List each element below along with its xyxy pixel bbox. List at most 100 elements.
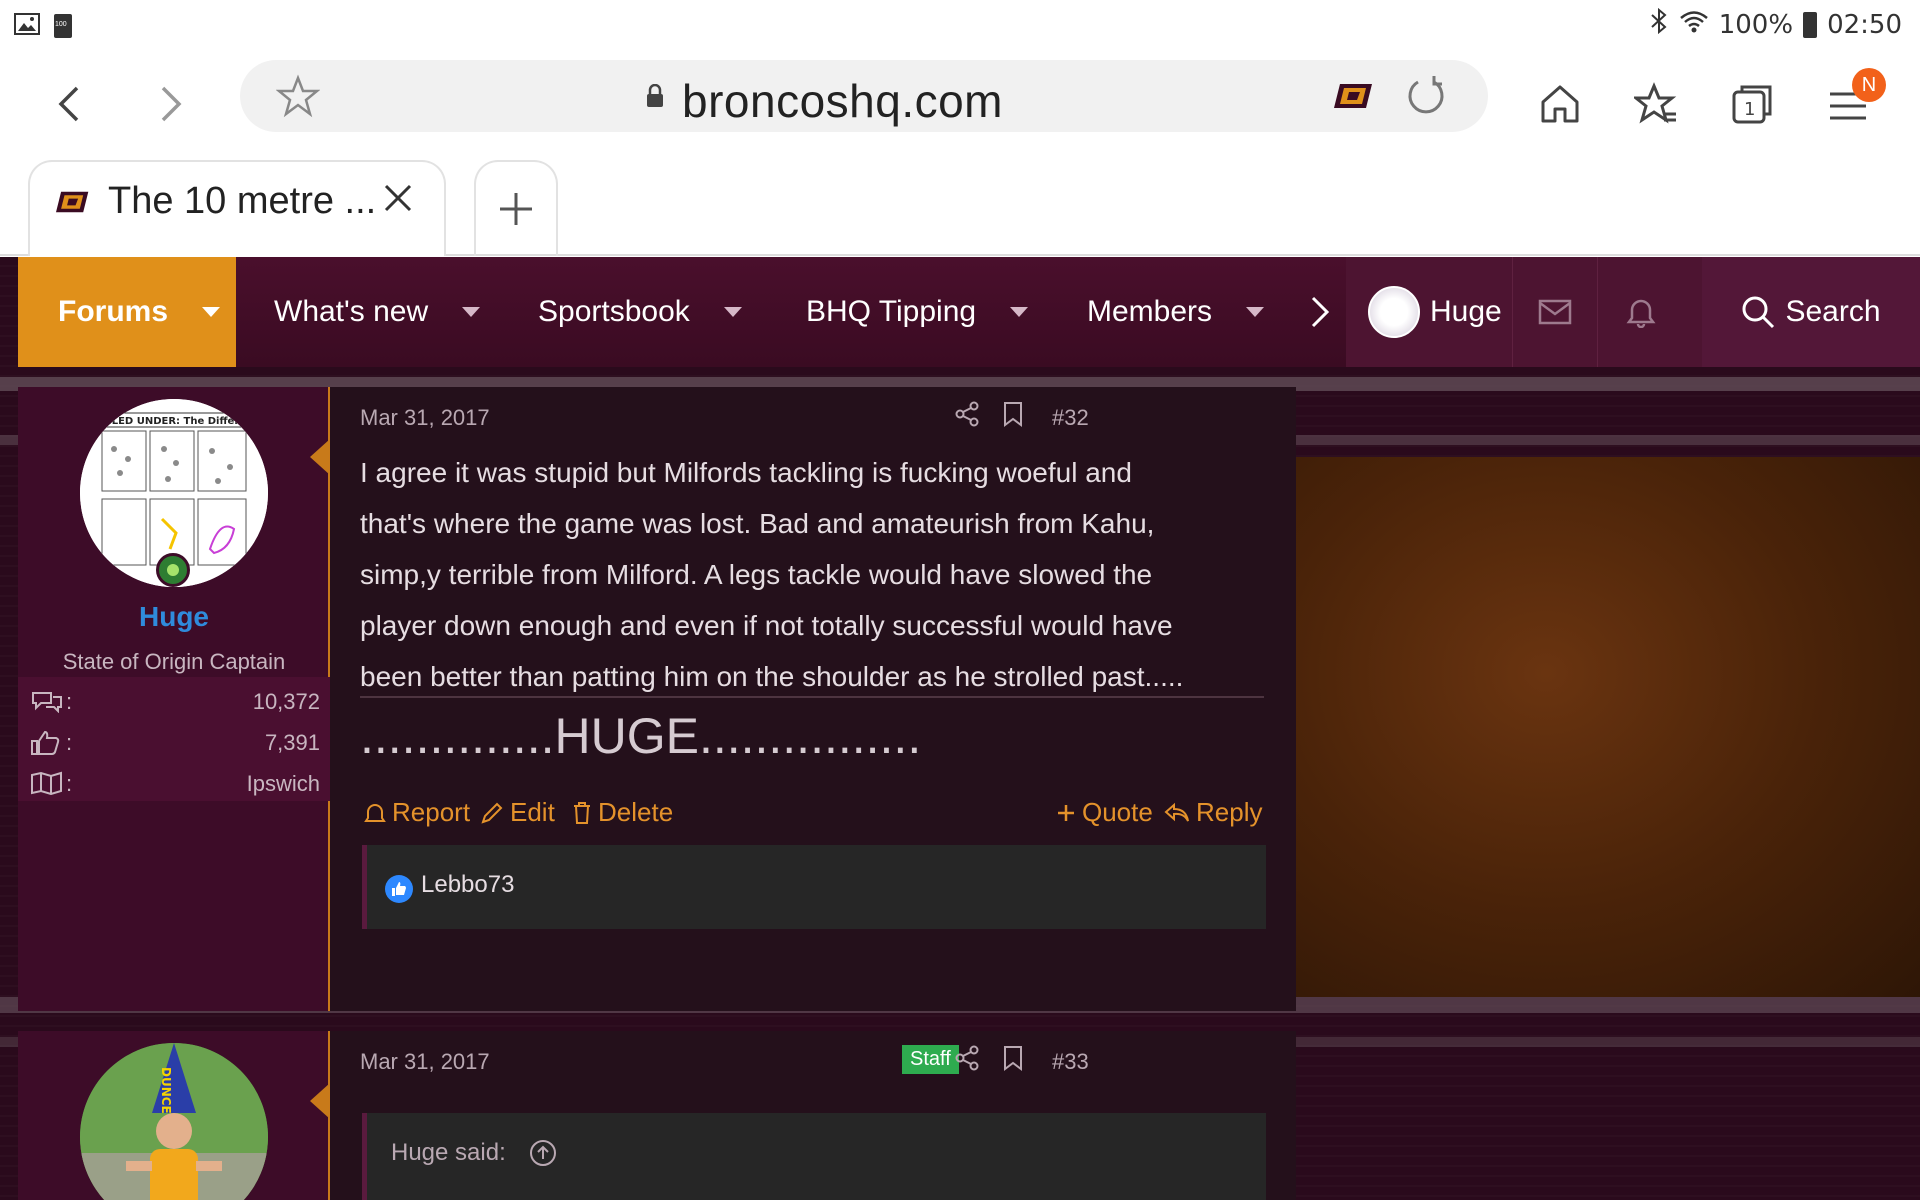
stat-row: : 10,372 [30,689,320,719]
author-avatar[interactable]: ILED UNDER: The Difference [80,399,268,587]
reload-icon[interactable] [1404,74,1448,123]
edit-button[interactable]: Edit [480,797,555,828]
nav-whats-new[interactable]: What's new [274,257,481,367]
nav-more-button[interactable] [1308,257,1348,367]
chevron-right-icon [1311,296,1330,328]
back-button[interactable] [40,74,100,134]
tab-strip: The 10 metre ... [0,160,1920,256]
wifi-icon [1679,9,1709,40]
post-33: DUNCE Mar 31, 2017 Staff #33 Huge said: [18,1031,1296,1200]
url-text[interactable]: broncoshq.com [682,74,1003,128]
trash-icon [574,801,590,824]
post-body: Mar 31, 2017 #32 I agree it was stupid b… [330,387,1296,1011]
lock-icon [646,83,664,113]
menu-badge: N [1852,68,1886,102]
bell-icon [364,803,386,822]
post-number[interactable]: #33 [1052,1049,1089,1075]
author-title: State of Origin Captain [62,649,286,674]
site-favicon-icon[interactable] [1334,82,1374,115]
tabs-icon[interactable]: 1 [1722,74,1782,134]
location-icon [31,771,62,796]
post-date[interactable]: Mar 31, 2017 [360,1049,490,1075]
online-status-icon [156,553,190,587]
author-name[interactable]: Huge [18,601,330,633]
quote-author[interactable]: Huge said: [391,1139,506,1167]
status-bar: 100 100% 02:50 [0,0,1920,48]
web-content: Forums What's new Sportsbook BHQ Tipping… [0,257,1920,1200]
search-icon [1742,296,1775,329]
quote-block: Huge said: [362,1113,1266,1200]
nav-bhq-tipping[interactable]: BHQ Tipping [806,257,1029,367]
new-tab-button[interactable] [474,160,558,256]
report-button[interactable]: Report [364,797,470,828]
alerts-button[interactable] [1598,257,1684,367]
bookmark-icon[interactable] [1002,1045,1024,1076]
share-icon[interactable] [954,1045,980,1076]
speech-arrow [310,439,330,475]
nav-sportsbook[interactable]: Sportsbook [538,257,742,367]
site-navbar: Forums What's new Sportsbook BHQ Tipping… [18,257,1920,367]
nav-forums[interactable]: Forums [18,257,236,367]
author-avatar[interactable]: DUNCE [80,1043,268,1200]
post-author-panel: DUNCE [18,1031,330,1200]
search-button[interactable]: Search [1702,257,1920,367]
close-tab-icon[interactable] [378,178,418,223]
svg-text:ILED UNDER: The Difference: ILED UNDER: The Difference [108,416,266,427]
staff-badge: Staff [902,1045,959,1074]
quote-button[interactable]: Quote [1056,797,1153,828]
browser-toolbar: broncoshq.com 1 N [0,52,1920,162]
chevron-down-icon[interactable] [723,307,742,317]
share-icon[interactable] [954,401,980,432]
likes-icon [31,730,60,755]
reply-icon [1164,802,1189,821]
plus-icon [1058,804,1074,821]
account-button[interactable]: Huge [1368,257,1502,367]
post-author-panel: ILED UNDER: The Difference Huge State of… [18,387,330,1011]
signature: ..............HUGE................ [360,708,922,764]
clock: 02:50 [1827,9,1902,40]
like-reaction-icon [385,875,413,903]
stat-row: : 7,391 [30,730,320,760]
delete-button[interactable]: Delete [572,797,673,828]
user-avatar [1368,286,1420,338]
chevron-down-icon[interactable] [1246,307,1265,317]
reactions-bar[interactable]: Lebbo73 [362,845,1266,929]
home-icon[interactable] [1530,74,1590,134]
nav-members[interactable]: Members [1087,257,1265,367]
bluetooth-icon [1649,7,1669,41]
post-number[interactable]: #32 [1052,405,1089,431]
author-stats: : 10,372 : 7,391 : Ipswich [18,677,330,801]
forward-button[interactable] [140,74,200,134]
bookmark-star-icon[interactable] [275,74,321,123]
stat-row: : Ipswich [30,771,320,801]
reply-button[interactable]: Reply [1164,797,1262,828]
pencil-icon [481,802,503,824]
chevron-down-icon[interactable] [462,307,481,317]
chevron-down-icon[interactable] [1010,307,1029,317]
tab-current[interactable]: The 10 metre ... [28,160,446,256]
bell-icon [1626,299,1656,328]
address-bar[interactable]: broncoshq.com [240,60,1488,132]
battery-icon [1803,11,1818,38]
battery-small-icon: 100 [54,14,72,38]
user-bar: Huge Search [1346,257,1920,367]
messages-icon [32,692,62,714]
battery-percent: 100% [1718,9,1794,40]
post-date[interactable]: Mar 31, 2017 [360,405,490,431]
post-message: I agree it was stupid but Milfords tackl… [360,457,1184,692]
plus-icon [500,193,532,225]
gallery-icon [14,10,40,42]
arrow-up-circle-icon[interactable] [529,1139,557,1172]
bookmark-icon[interactable] [1002,401,1024,432]
chevron-down-icon[interactable] [202,307,221,317]
tab-favicon-icon [56,190,90,219]
post-32: ILED UNDER: The Difference Huge State of… [18,387,1296,1011]
speech-arrow [310,1083,330,1119]
signature-divider [360,696,1264,698]
inbox-button[interactable] [1512,257,1598,367]
reaction-user[interactable]: Lebbo73 [421,871,514,899]
svg-text:DUNCE: DUNCE [159,1067,173,1114]
bookmarks-icon[interactable] [1626,74,1686,134]
menu-button[interactable]: N [1818,68,1886,134]
envelope-icon [1538,299,1572,325]
